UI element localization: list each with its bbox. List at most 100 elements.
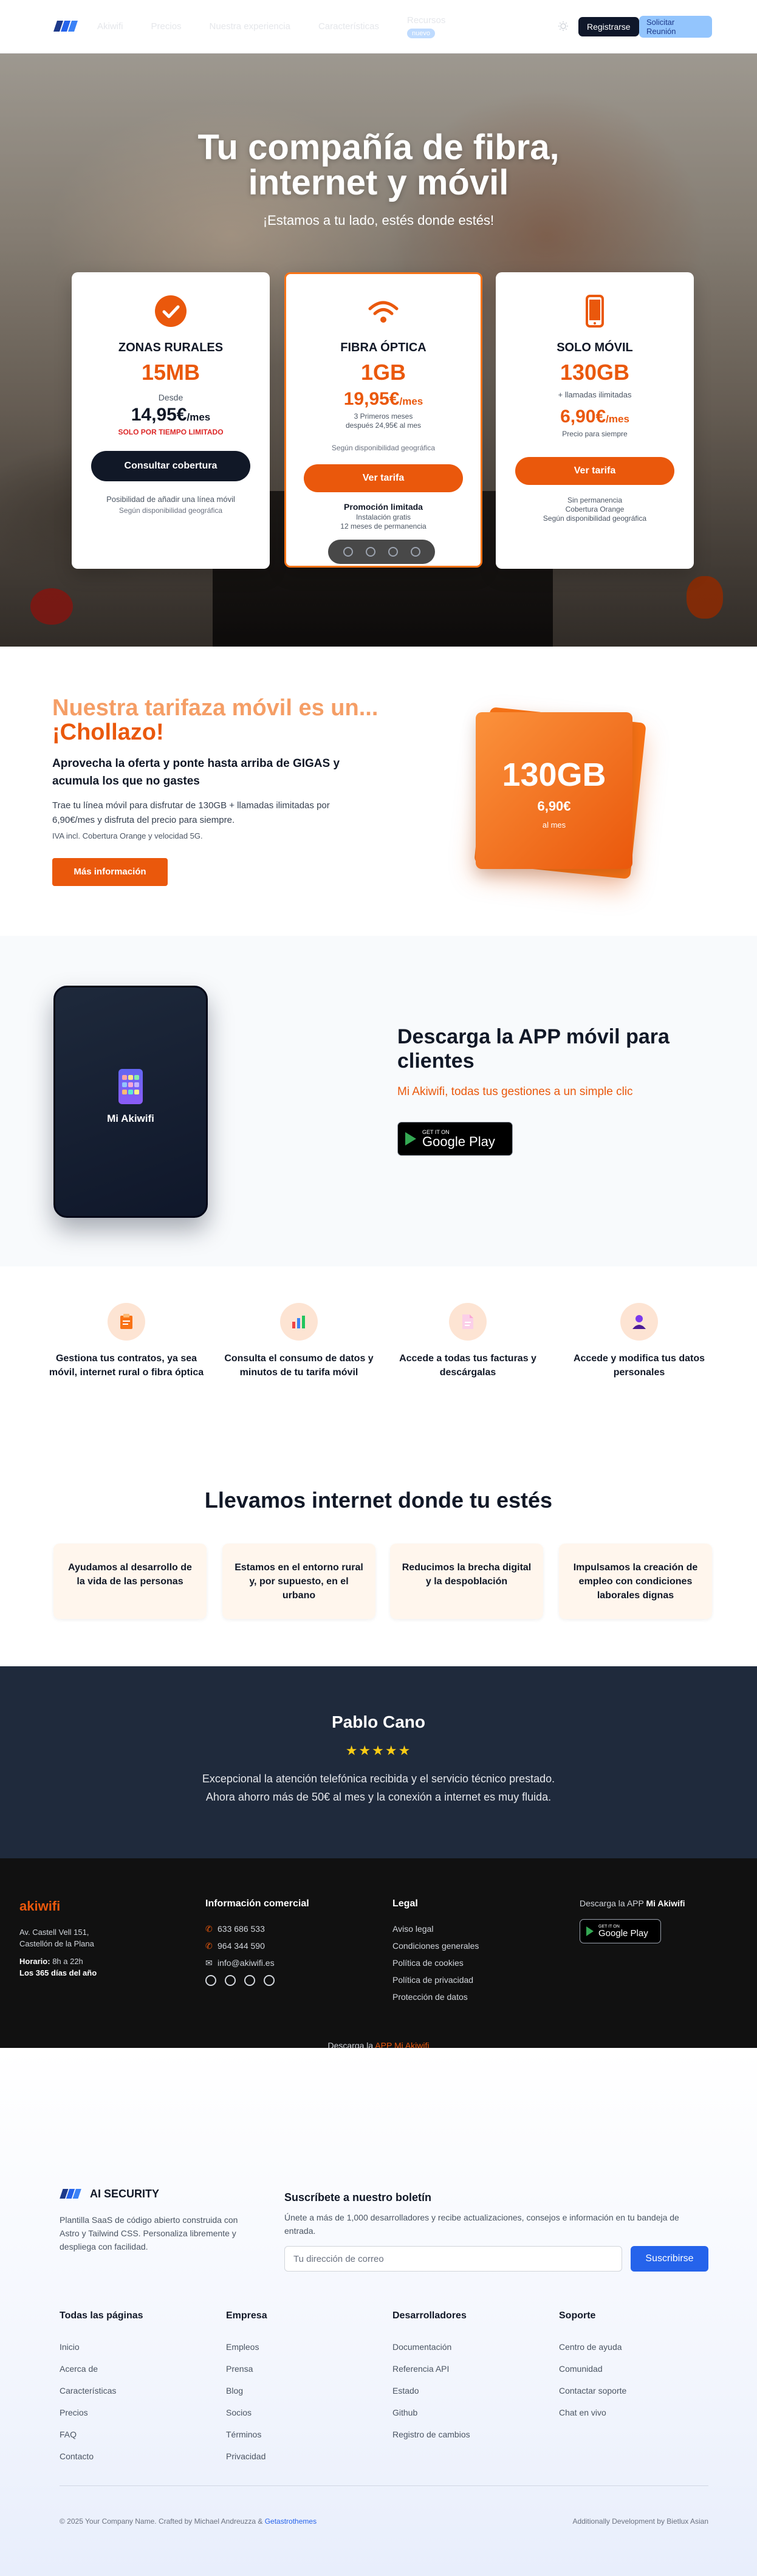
app-icon: [118, 1069, 143, 1104]
footer-link[interactable]: Github: [392, 2402, 550, 2423]
brand-logo-icon[interactable]: [60, 2189, 81, 2199]
footer-brand[interactable]: akiwifi: [19, 1898, 60, 1914]
toolbar-home-icon[interactable]: [343, 547, 353, 557]
document-icon: [462, 1314, 473, 1329]
instagram-icon[interactable]: [264, 1975, 275, 1986]
check-coverage-button[interactable]: Consultar cobertura: [91, 451, 250, 481]
newsletter-email-input[interactable]: [284, 2246, 622, 2272]
plan-price-unit: /mes: [187, 411, 211, 423]
nav-link-features[interactable]: Características: [318, 21, 379, 32]
plan-price-value: 6,90€: [560, 407, 606, 427]
footer-link[interactable]: Características: [60, 2380, 218, 2402]
footer-link[interactable]: Referencia API: [392, 2358, 550, 2380]
footer-email[interactable]: ✉ info@akiwifi.es: [205, 1954, 275, 1971]
footer-link[interactable]: FAQ: [60, 2423, 218, 2445]
register-button[interactable]: Registrarse: [578, 17, 639, 36]
more-info-button[interactable]: Más información: [52, 858, 168, 886]
footer-phone-1[interactable]: ✆ 633 686 533: [205, 1920, 275, 1937]
footer-legal-link[interactable]: Protección de datos: [392, 1988, 479, 2005]
plan-limited-flag: SOLO POR TIEMPO LIMITADO: [118, 428, 224, 436]
footer-link[interactable]: Acerca de: [60, 2358, 218, 2380]
footer-link[interactable]: Contacto: [60, 2445, 218, 2467]
footer-link[interactable]: Comunidad: [559, 2358, 717, 2380]
footer-link[interactable]: Términos: [226, 2423, 384, 2445]
feature-text: Accede y modifica tus datos personales: [573, 1353, 705, 1378]
footer-link[interactable]: Contactar soporte: [559, 2380, 717, 2402]
footer-link[interactable]: Documentación: [392, 2336, 550, 2358]
copyright-link[interactable]: Getastrothemes: [265, 2517, 317, 2526]
promo-lead: Aprovecha la oferta y ponte hasta arriba…: [52, 757, 340, 788]
footer-link[interactable]: Blog: [226, 2380, 384, 2402]
footer-column-developers: Desarrolladores Documentación Referencia…: [392, 2310, 550, 2445]
footer-link[interactable]: Inicio: [60, 2336, 218, 2358]
coverage-title: Llevamos internet donde tu estés: [204, 1488, 553, 1513]
plan-card-fiber: FIBRA ÓPTICA 1GB 19,95€/mes 3 Primeros m…: [284, 272, 482, 568]
footer-link[interactable]: Privacidad: [226, 2445, 384, 2467]
feature-item: Accede a todas tus facturas y descárgala…: [389, 1303, 547, 1379]
plan-price-value: 19,95€: [343, 389, 400, 409]
plan-intro-period: 3 Primeros meses: [354, 412, 413, 421]
plan-price-unit: /mes: [606, 413, 629, 425]
footer-divider: [60, 2485, 708, 2486]
floating-toolbar: [328, 540, 435, 564]
footer-column-title: Empresa: [226, 2310, 267, 2321]
brand-logo-icon[interactable]: [53, 21, 78, 32]
footer-legal-link[interactable]: Política de cookies: [392, 1954, 479, 1971]
bar-chart-icon: [292, 1316, 305, 1328]
plan-price: 14,95€/mes: [72, 405, 270, 425]
toolbar-search-icon[interactable]: [365, 547, 375, 557]
coverage-card: Reducimos la brecha digital y la despobl…: [390, 1544, 543, 1619]
facebook-icon[interactable]: [205, 1975, 216, 1986]
footer-link[interactable]: Empleos: [226, 2336, 384, 2358]
smartphone-icon: [586, 295, 604, 328]
nav-link-home[interactable]: Akiwifi: [97, 21, 123, 32]
nav-link-pricing[interactable]: Precios: [151, 21, 182, 32]
plan-price: 6,90€/mes: [496, 407, 694, 427]
footer-address-line-2: Castellón de la Plana: [19, 1939, 94, 1948]
hero-title-line-2: internet y móvil: [248, 163, 509, 202]
footer-legal-link[interactable]: Política de privacidad: [392, 1971, 479, 1988]
footer-link[interactable]: Prensa: [226, 2358, 384, 2380]
footer-phone-2[interactable]: ✆ 964 344 590: [205, 1937, 275, 1954]
nav-link-resources[interactable]: Recursos: [407, 15, 445, 26]
footer-legal-link[interactable]: Condiciones generales: [392, 1937, 479, 1954]
footer-link[interactable]: Precios: [60, 2402, 218, 2423]
footer-contact-list: ✆ 633 686 533 ✆ 964 344 590 ✉ info@akiwifi.…: [205, 1920, 275, 1971]
plan-note: Posibilidad de añadir una línea móvil: [106, 495, 235, 504]
plan-coverage: Cobertura Orange: [565, 505, 625, 513]
footer-phone-2-text: 964 344 590: [218, 1941, 265, 1951]
footer-column-pages: Todas las páginas Inicio Acerca de Carac…: [60, 2310, 218, 2467]
footer-link[interactable]: Centro de ayuda: [559, 2336, 717, 2358]
toolbar-settings-icon[interactable]: [410, 547, 420, 557]
subscribe-button[interactable]: Suscribirse: [631, 2246, 708, 2272]
hero-section: Tu compañía de fibra, internet y móvil ¡…: [0, 53, 757, 647]
linkedin-icon[interactable]: [244, 1975, 255, 1986]
check-circle-icon: [155, 295, 187, 327]
google-play-badge[interactable]: GET IT ON Google Play: [397, 1122, 513, 1156]
coverage-card: Estamos en el entorno rural y, por supue…: [222, 1544, 375, 1619]
nav-link-experience[interactable]: Nuestra experiencia: [210, 21, 290, 32]
footer-column-support: Soporte Centro de ayuda Comunidad Contac…: [559, 2310, 717, 2423]
footer-pitch: Plantilla SaaS de código abierto constru…: [60, 2215, 238, 2251]
footer-link[interactable]: Socios: [226, 2402, 384, 2423]
promo-box-data: 130GB: [502, 757, 606, 793]
feature-item: Gestiona tus contratos, ya sea móvil, in…: [47, 1303, 205, 1379]
theme-toggle-icon[interactable]: [558, 21, 569, 32]
feature-text: Consulta el consumo de datos y minutos d…: [224, 1353, 374, 1378]
request-meeting-button[interactable]: Solicitar Reunión: [639, 16, 712, 38]
see-fiber-plan-button[interactable]: Ver tarifa: [304, 464, 463, 492]
footer-legal-link[interactable]: Aviso legal: [392, 1920, 479, 1937]
toolbar-window-icon[interactable]: [388, 547, 398, 557]
wifi-icon: [368, 301, 399, 323]
feature-item: Accede y modifica tus datos personales: [560, 1303, 718, 1379]
twitter-icon[interactable]: [225, 1975, 236, 1986]
hero-subtitle: ¡Estamos a tu lado, estés donde estés!: [262, 213, 495, 228]
see-mobile-plan-button[interactable]: Ver tarifa: [515, 457, 674, 485]
footer-link[interactable]: Registro de cambios: [392, 2423, 550, 2445]
plan-after-price: después 24,95€ al mes: [345, 421, 422, 430]
footer-link[interactable]: Estado: [392, 2380, 550, 2402]
app-features-section: Gestiona tus contratos, ya sea móvil, in…: [0, 1266, 757, 1468]
footer-hours-value: 8h a 22h: [52, 1957, 83, 1966]
footer-link[interactable]: Chat en vivo: [559, 2402, 717, 2423]
footer-google-play-badge[interactable]: GET IT ON Google Play: [580, 1919, 661, 1943]
